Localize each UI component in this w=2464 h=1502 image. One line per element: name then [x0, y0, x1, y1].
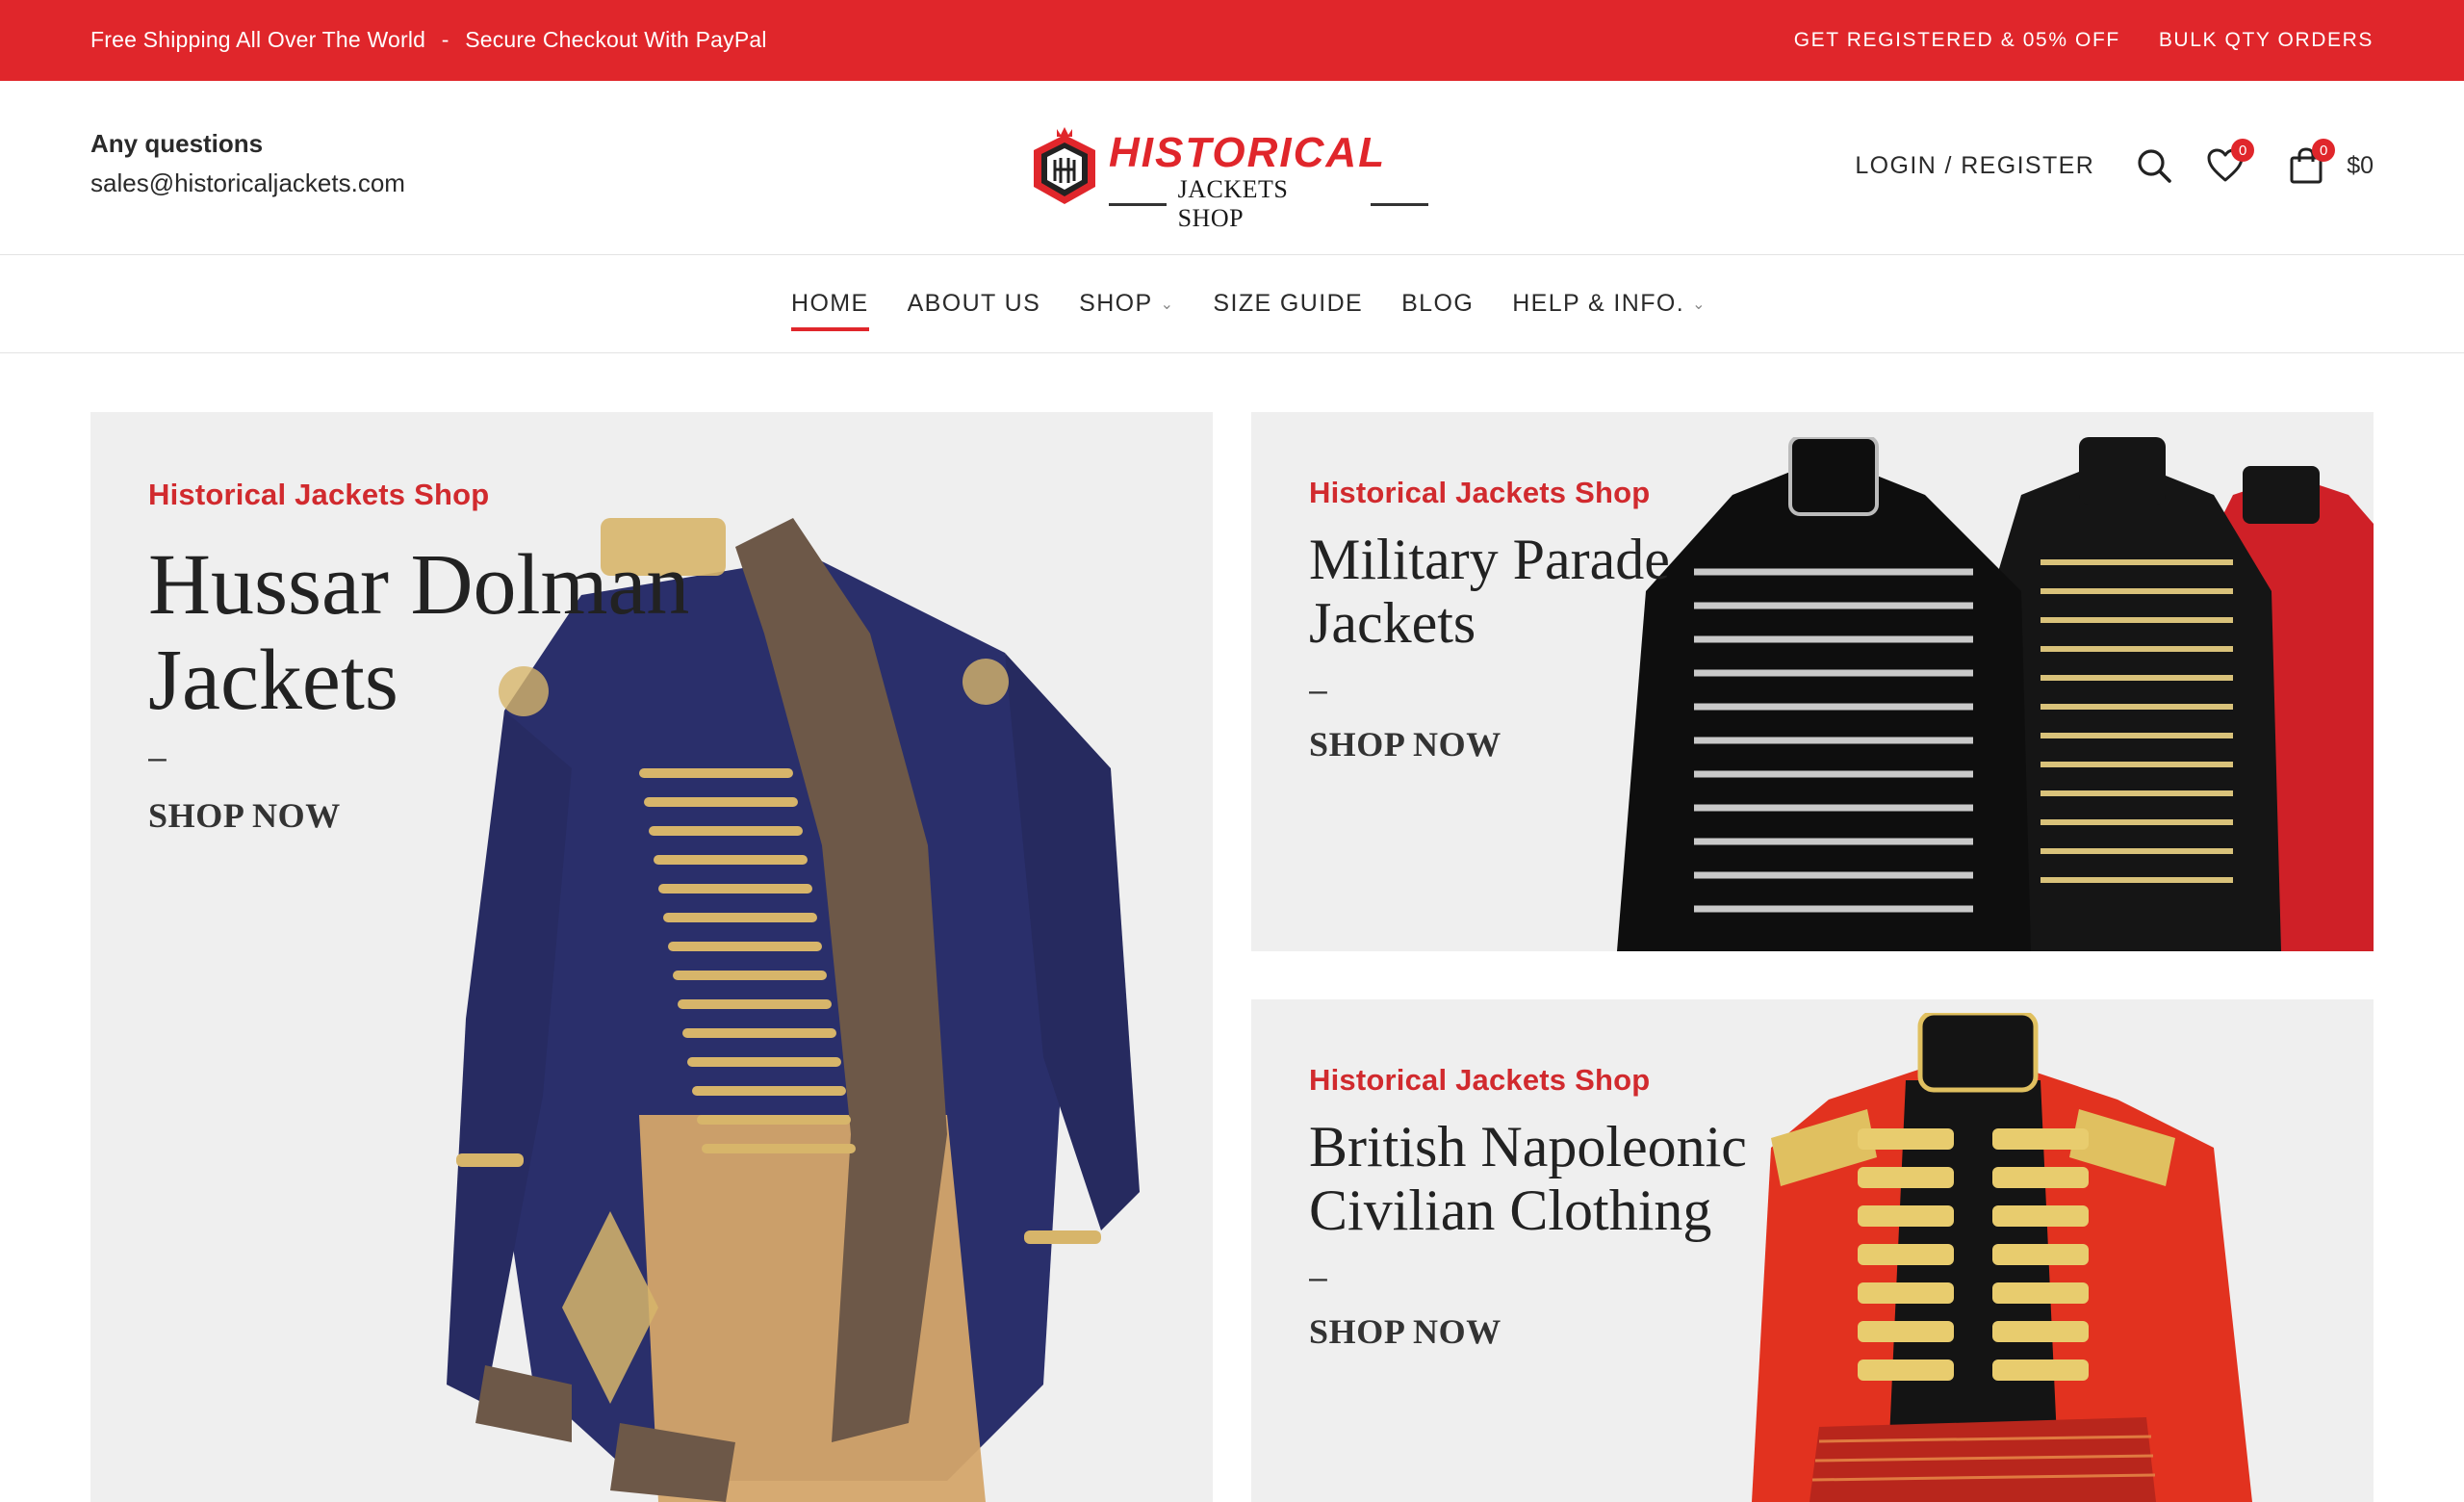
search-icon [2138, 149, 2171, 183]
banner-dash: – [1309, 1259, 1327, 1296]
wishlist-count-badge: 0 [2231, 139, 2255, 162]
chevron-down-icon: ⌄ [1692, 296, 1707, 313]
shop-now-link[interactable]: SHOP NOW [148, 795, 341, 836]
promo-separator: - [441, 27, 449, 52]
paypal-text: Secure Checkout With PayPal [465, 27, 767, 52]
banner-hussar-dolman[interactable]: Historical Jackets Shop Hussar Dolman Ja… [90, 412, 1213, 1502]
logo-subtitle-row: JACKETS SHOP [1109, 175, 1429, 233]
banner-title: Hussar Dolman Jackets [148, 537, 690, 728]
cart-total[interactable]: $0 [2347, 152, 2374, 180]
logo-wordmark: HISTORICAL [1109, 129, 1387, 176]
shop-now-link[interactable]: SHOP NOW [1309, 1311, 1502, 1352]
nav-label-shop: SHOP [1079, 290, 1153, 317]
search-button[interactable] [2133, 144, 2175, 187]
logo-subtitle: JACKETS SHOP [1177, 175, 1289, 232]
banner-kicker: Historical Jackets Shop [1309, 1063, 1651, 1097]
logo-rule-right [1371, 202, 1429, 206]
napoleonic-jacket-image [1752, 1013, 2252, 1502]
nav-menu: HOME ABOUT US SHOP ⌄ SIZE GUIDE BLOG HELP… [791, 290, 1707, 331]
contact-block: Any questions sales@historicaljackets.co… [90, 129, 405, 198]
get-registered-link[interactable]: GET REGISTERED & 05% OFF [1794, 29, 2120, 52]
parade-jackets-image [1617, 437, 2374, 951]
nav-label-size-guide: SIZE GUIDE [1213, 290, 1364, 317]
banner-british-napoleonic[interactable]: Historical Jackets Shop British Napoleon… [1251, 999, 2374, 1502]
logo-rule-left [1109, 202, 1167, 206]
bulk-orders-link[interactable]: BULK QTY ORDERS [2159, 29, 2374, 52]
nav-item-size-guide[interactable]: SIZE GUIDE [1213, 290, 1363, 318]
nav-item-about-us[interactable]: ABOUT US [908, 290, 1041, 318]
nav-item-help-info[interactable]: HELP & INFO. ⌄ [1512, 290, 1707, 318]
login-register-link[interactable]: LOGIN / REGISTER [1855, 152, 2094, 180]
cart-count-badge: 0 [2312, 139, 2336, 162]
nav-item-blog[interactable]: BLOG [1401, 290, 1474, 318]
banner-title: Military Parade Jackets [1309, 528, 1670, 655]
nav-label-about-us: ABOUT US [907, 290, 1041, 317]
banner-dash: – [1309, 672, 1327, 709]
main-navigation: HOME ABOUT US SHOP ⌄ SIZE GUIDE BLOG HELP… [0, 255, 2464, 353]
site-header: Any questions sales@historicaljackets.co… [0, 81, 2464, 255]
top-bar: Free Shipping All Over The World - Secur… [0, 0, 2464, 81]
wishlist-button[interactable]: 0 [2204, 139, 2255, 187]
top-bar-promo: Free Shipping All Over The World - Secur… [90, 27, 767, 53]
nav-label-help-info: HELP & INFO. [1512, 290, 1685, 317]
nav-item-shop[interactable]: SHOP ⌄ [1079, 290, 1174, 318]
banner-kicker: Historical Jackets Shop [1309, 476, 1651, 509]
header-actions: LOGIN / REGISTER 0 0 $0 [1855, 139, 2374, 187]
shipping-text: Free Shipping All Over The World [90, 27, 426, 52]
chevron-down-icon: ⌄ [1160, 296, 1175, 313]
nav-label-home: HOME [791, 290, 869, 317]
nav-item-home[interactable]: HOME [791, 290, 869, 331]
site-logo[interactable]: HISTORICAL JACKETS SHOP [1024, 119, 1429, 232]
top-bar-links: GET REGISTERED & 05% OFF BULK QTY ORDERS [1794, 29, 2374, 52]
banner-military-parade[interactable]: Historical Jackets Shop Military Parade … [1251, 412, 2374, 951]
banner-kicker: Historical Jackets Shop [148, 478, 490, 511]
questions-label: Any questions [90, 129, 264, 158]
banner-title: British Napoleonic Civilian Clothing [1309, 1115, 1747, 1242]
cart-button[interactable]: 0 [2285, 139, 2336, 187]
contact-email-link[interactable]: sales@historicaljackets.com [90, 168, 405, 198]
nav-label-blog: BLOG [1401, 290, 1475, 317]
banner-dash: – [148, 739, 167, 776]
logo-crest-icon [1034, 127, 1095, 204]
shop-now-link[interactable]: SHOP NOW [1309, 724, 1502, 764]
